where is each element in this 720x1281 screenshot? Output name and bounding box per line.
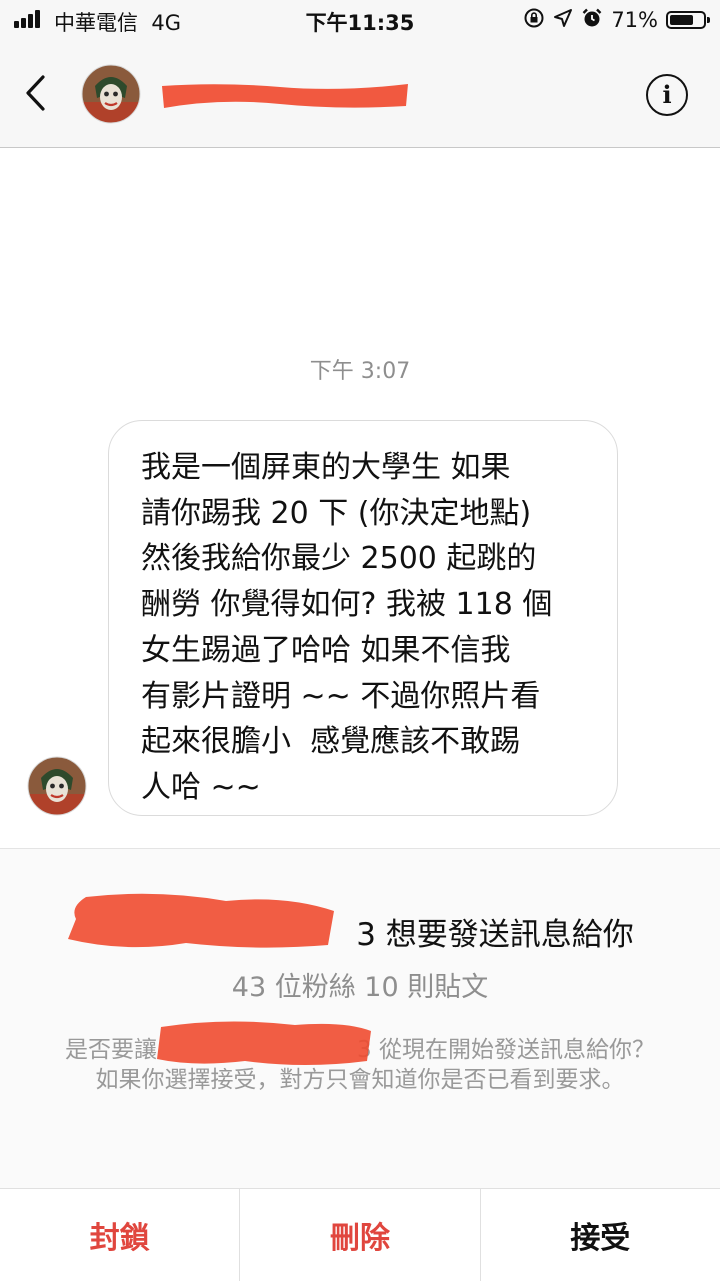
message-line: 我是一個屏東的大學生 如果 xyxy=(141,450,511,485)
username-redaction xyxy=(155,1017,373,1069)
message-line: 人哈 ~~ xyxy=(141,769,261,805)
chevron-left-icon xyxy=(26,75,45,111)
username-redaction xyxy=(160,80,410,110)
message-line: 請你踢我 20 下 (你決定地點) xyxy=(141,495,532,531)
request-stats: 43 位粉絲 10 則貼文 xyxy=(231,972,489,1003)
chat-header: i xyxy=(0,40,720,148)
lock-rotation-icon xyxy=(523,7,545,33)
request-title-text: 3 想要發送訊息給你 xyxy=(356,917,634,953)
block-button[interactable]: 封鎖 xyxy=(0,1189,239,1281)
location-icon xyxy=(553,8,573,32)
message-line: 酬勞 你覺得如何? 我被 118 個 xyxy=(141,587,553,623)
status-right: 71% xyxy=(523,6,710,34)
back-button[interactable] xyxy=(16,70,56,116)
message-bubble[interactable]: 我是一個屏東的大學生 如果 請你踢我 20 下 (你決定地點) 然後我給你最少 25… xyxy=(108,420,618,816)
message-line: 然後我給你最少 2500 起跳的 xyxy=(141,541,537,577)
sender-avatar xyxy=(27,756,87,816)
request-description-prefix: 是否要讓 xyxy=(65,1037,158,1063)
message-request-panel: 3 想要發送訊息給你 43 位粉絲 10 則貼文 是否要讓 3 從現在開始發送訊息… xyxy=(0,848,720,1189)
request-actions: 封鎖 刪除 接受 xyxy=(0,1188,720,1281)
alarm-icon xyxy=(581,7,603,33)
status-bar: 中華電信 4G 下午11:35 71% xyxy=(0,0,720,40)
message-line: 有影片證明 ~~ 不過你照片看 xyxy=(141,678,541,714)
avatar[interactable] xyxy=(81,64,141,124)
delete-button[interactable]: 刪除 xyxy=(239,1189,479,1281)
battery-level xyxy=(670,15,693,25)
username-redaction xyxy=(66,889,336,955)
info-button[interactable]: i xyxy=(646,74,688,116)
message-text: 我是一個屏東的大學生 如果 請你踢我 20 下 (你決定地點) 然後我給你最少 25… xyxy=(141,445,587,811)
accept-button[interactable]: 接受 xyxy=(479,1189,720,1281)
battery-percent: 71% xyxy=(611,8,658,32)
battery-icon xyxy=(666,11,710,29)
message-timestamp: 下午 3:07 xyxy=(309,359,411,384)
message-line: 起來很膽小 感覺應該不敢踢 xyxy=(141,724,521,760)
message-line: 女生踢過了哈哈 如果不信我 xyxy=(141,632,511,668)
